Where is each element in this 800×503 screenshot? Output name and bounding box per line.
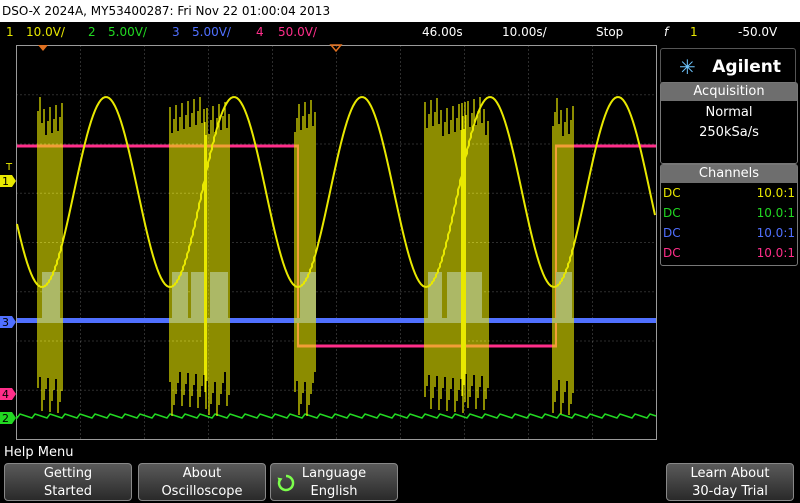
run-state: Stop xyxy=(596,25,624,39)
ch1-noise-burst xyxy=(424,98,466,413)
channels-panel: Channels DC 10.0:1 DC 10.0:1 DC 10.0:1 D… xyxy=(660,164,798,266)
channels-header: Channels xyxy=(661,165,797,183)
brand-name: Agilent xyxy=(712,57,781,77)
ch1-noise-burst xyxy=(37,97,63,413)
getting-started-line2: Started xyxy=(43,484,92,499)
about-line2: Oscilloscope xyxy=(161,484,243,499)
ch4-probe: 10.0:1 xyxy=(756,246,795,260)
ch2-number: 2 xyxy=(88,25,96,39)
trial-line1: Learn About xyxy=(690,466,770,481)
ch1-coupling: DC xyxy=(663,186,681,200)
language-button[interactable]: Language English xyxy=(270,463,398,501)
ch3-coupling: DC xyxy=(663,226,681,240)
acquisition-header: Acquisition xyxy=(661,83,797,101)
trial-line2: 30-day Trial xyxy=(692,484,768,499)
acquisition-sample-rate: 250kSa/s xyxy=(699,125,759,140)
timebase-scale: 10.00s/ xyxy=(502,25,547,39)
ch1-number: 1 xyxy=(6,25,14,39)
rotate-knob-icon xyxy=(277,474,295,492)
channel-row-3: DC 10.0:1 xyxy=(661,223,797,243)
ch4-scale: 50.0V/ xyxy=(278,25,317,39)
ch4-marker-label: 4 xyxy=(2,388,9,401)
ch3-scale: 5.00V/ xyxy=(192,25,231,39)
ch2-probe: 10.0:1 xyxy=(756,206,795,220)
ch3-number: 3 xyxy=(172,25,180,39)
window-title: DSO-X 2024A, MY53400287: Fri Nov 22 01:0… xyxy=(0,0,800,22)
ch1-noise-burst xyxy=(169,97,207,416)
ch4-coupling: DC xyxy=(663,246,681,260)
right-info-panel: ✳ Agilent Acquisition Normal 250kSa/s Ch… xyxy=(660,44,800,444)
ch2-marker-label: 2 xyxy=(2,412,9,425)
softkey-menu-title: Help Menu xyxy=(0,444,800,462)
trigger-marker-label: T xyxy=(5,162,13,173)
trigger-level: -50.0V xyxy=(738,25,778,39)
trigger-channel: 1 xyxy=(690,25,698,39)
getting-started-line1: Getting xyxy=(43,466,93,481)
ch1-probe: 10.0:1 xyxy=(756,186,795,200)
ch2-scale: 5.00V/ xyxy=(108,25,147,39)
ch1-noise-burst xyxy=(204,102,230,416)
channel-status-bar: 1 10.0V/ 2 5.00V/ 3 5.00V/ 4 50.0V/ 46.0… xyxy=(0,22,800,42)
ch1-marker-label: 1 xyxy=(2,175,9,188)
waveform-display[interactable]: 1 T 3 4 2 xyxy=(0,42,660,444)
acquisition-mode: Normal xyxy=(705,105,753,120)
channel-row-1: DC 10.0:1 xyxy=(661,183,797,203)
about-line1: About xyxy=(182,466,222,481)
agilent-logo: ✳ Agilent xyxy=(660,48,796,84)
channel-row-2: DC 10.0:1 xyxy=(661,203,797,223)
horizontal-delay: 46.00s xyxy=(422,25,463,39)
agilent-spark-icon: ✳ xyxy=(679,55,696,79)
ch3-marker-label: 3 xyxy=(2,316,9,329)
ch4-number: 4 xyxy=(256,25,264,39)
ch3-probe: 10.0:1 xyxy=(756,226,795,240)
channel-row-4: DC 10.0:1 xyxy=(661,243,797,263)
learn-about-trial-button[interactable]: Learn About 30-day Trial xyxy=(666,463,794,501)
trigger-edge-icon: f xyxy=(664,25,669,39)
getting-started-button[interactable]: Getting Started xyxy=(4,463,132,501)
acquisition-panel: Acquisition Normal 250kSa/s xyxy=(660,82,798,164)
about-oscilloscope-button[interactable]: About Oscilloscope xyxy=(138,463,266,501)
softkey-bar: Getting Started About Oscilloscope Langu… xyxy=(0,462,800,503)
ch2-coupling: DC xyxy=(663,206,681,220)
ch1-scale: 10.0V/ xyxy=(26,25,65,39)
waveform-grid: 1 T 3 4 2 xyxy=(0,42,660,444)
